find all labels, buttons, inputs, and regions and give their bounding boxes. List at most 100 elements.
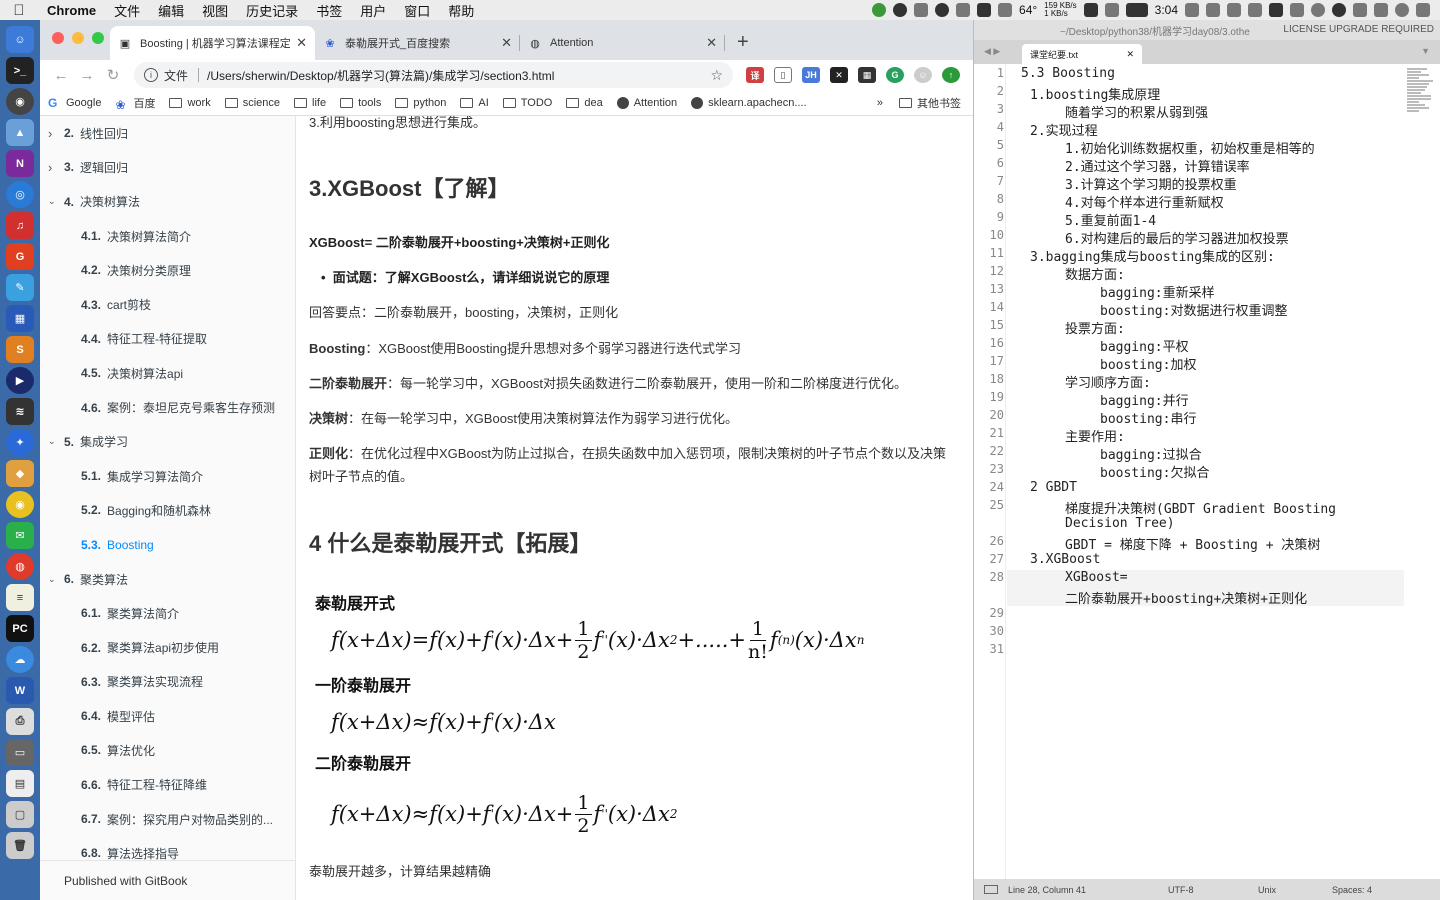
encoding-selector[interactable]: UTF-8 (1168, 885, 1258, 895)
finder-icon[interactable]: ☺ (6, 26, 34, 53)
toc-item[interactable]: 4.4. 特征工程-特征提取 (40, 322, 295, 356)
apple-menu-icon[interactable]:  (0, 2, 38, 19)
notes-icon[interactable]: ✎ (6, 274, 34, 301)
bookmark-attention[interactable]: Attention (616, 96, 677, 109)
toc-item[interactable]: 5.1. 集成学习算法简介 (40, 459, 295, 493)
document-icon[interactable]: ▤ (6, 770, 34, 797)
wifi-icon[interactable] (1227, 3, 1241, 17)
clock-icon[interactable] (1395, 3, 1409, 17)
gitbook-footer-link[interactable]: Published with GitBook (40, 860, 295, 900)
upload-status-icon[interactable] (872, 3, 887, 17)
toc-item[interactable]: 6.4. 模型评估 (40, 699, 295, 733)
bookmark-star-icon[interactable]: ☆ (710, 67, 723, 84)
toc-item[interactable]: 6.3. 聚类算法实现流程 (40, 665, 295, 699)
pycharm-icon[interactable]: PC (6, 615, 34, 642)
menu-window[interactable]: 窗口 (395, 1, 439, 20)
editor-text-area[interactable]: 1 5.3 Boosting 2 1.boosting集成原理 3 随着学习的积累从弱到强… (974, 64, 1440, 879)
notification-center-icon[interactable] (1416, 3, 1430, 17)
bookmark-dea[interactable]: dea (566, 97, 603, 109)
tab-boosting[interactable]: ▣ Boosting | 机器学习算法课程定 ✕ (110, 26, 315, 60)
volume-icon[interactable] (1248, 3, 1262, 17)
record-icon[interactable] (893, 3, 908, 17)
extension-x-icon[interactable]: ✕ (830, 67, 848, 83)
address-bar[interactable]: i 文件 /Users/sherwin/Desktop/机器学习(算法篇)/集成… (134, 62, 733, 88)
toc-item[interactable]: 5.2. Bagging和随机森林 (40, 493, 295, 527)
bookmarks-overflow-button[interactable]: » (877, 97, 883, 109)
baidu-netdisk-icon[interactable]: ☁ (6, 646, 34, 673)
chevron-right-icon[interactable]: › (48, 160, 64, 175)
grid-icon[interactable] (977, 3, 992, 17)
close-tab-icon[interactable]: ✕ (296, 35, 307, 51)
safari-icon[interactable]: ✦ (6, 429, 34, 456)
browser-icon[interactable]: ◎ (6, 181, 34, 208)
other-bookmarks[interactable]: 其他书签 (899, 95, 961, 111)
bluetooth-icon[interactable] (1206, 3, 1220, 17)
bookmark-ai[interactable]: AI (460, 97, 489, 109)
back-arrow-icon[interactable]: ← (48, 67, 74, 84)
new-tab-button[interactable]: + (725, 31, 761, 60)
toc-item[interactable]: 4.5. 决策树算法api (40, 356, 295, 390)
bookmark-science[interactable]: science (224, 97, 280, 109)
g-app-icon[interactable]: G (6, 243, 34, 270)
chevron-down-icon[interactable]: ⌄ (48, 436, 64, 447)
toc-item[interactable]: ⌄ 4. 决策树算法 (40, 185, 295, 219)
tab-dropdown-icon[interactable]: ▼ (1421, 46, 1430, 56)
wechat-icon[interactable]: ✉ (6, 522, 34, 549)
profile-avatar[interactable]: ☺ (914, 67, 932, 83)
screen-icon[interactable]: ▭ (6, 739, 34, 766)
recorder-icon[interactable]: ◍ (6, 553, 34, 580)
cloud-icon[interactable] (914, 3, 929, 17)
menu-bookmarks[interactable]: 书签 (307, 1, 351, 20)
bookmark-status-icon[interactable] (1104, 3, 1119, 17)
menu-history[interactable]: 历史记录 (237, 1, 307, 20)
url-text[interactable]: /Users/sherwin/Desktop/机器学习(算法篇)/集成学习/se… (207, 67, 710, 84)
forward-arrow-icon[interactable]: → (74, 67, 100, 84)
tab-taylor-search[interactable]: ❀ 泰勒展开式_百度搜索 ✕ (315, 26, 520, 60)
printer-icon[interactable]: ⎙ (6, 708, 34, 735)
toc-item[interactable]: ⌄ 6. 聚类算法 (40, 562, 295, 596)
cpu-graph-icon[interactable] (1125, 3, 1148, 17)
toc-item[interactable]: 4.3. cart剪枝 (40, 287, 295, 321)
bookmark-tools[interactable]: tools (340, 97, 381, 109)
sublime-icon[interactable]: S (6, 336, 34, 363)
toc-item[interactable]: 4.1. 决策树算法简介 (40, 219, 295, 253)
bookmark-baidu[interactable]: ❀ 百度 (115, 95, 155, 112)
siri-icon[interactable] (1332, 3, 1346, 17)
clock-readout[interactable]: 3:04 (1155, 3, 1178, 17)
tab-attention[interactable]: ◍ Attention ✕ (520, 26, 725, 60)
extension-bookmark-icon[interactable]: ▯ (774, 67, 792, 83)
battery-monitor-icon[interactable] (1083, 3, 1098, 17)
onenote-icon[interactable]: N (6, 150, 34, 177)
panel-toggle-icon[interactable] (984, 885, 998, 894)
tab-nav-arrows-icon[interactable]: ◀ ▶ (984, 46, 1000, 57)
bookmark-todo[interactable]: TODO (502, 97, 552, 109)
preview-icon[interactable]: ▲ (6, 119, 34, 146)
app-icon[interactable] (1269, 3, 1283, 17)
toc-item[interactable]: 6.5. 算法优化 (40, 733, 295, 767)
close-tab-icon[interactable]: ✕ (501, 35, 512, 51)
info-icon[interactable]: i (144, 68, 158, 82)
search-icon[interactable] (1311, 3, 1325, 17)
extension-grammarly-icon[interactable]: G (886, 67, 904, 83)
user-icon[interactable] (1374, 3, 1388, 17)
reload-icon[interactable]: ↻ (100, 66, 126, 84)
terminal-icon[interactable]: >_ (6, 57, 34, 84)
chevron-right-icon[interactable]: › (48, 126, 64, 141)
display-icon[interactable] (1185, 3, 1199, 17)
menu-view[interactable]: 视图 (193, 1, 237, 20)
menu-file[interactable]: 文件 (105, 1, 149, 20)
editor-tab-notes[interactable]: 课堂纪要.txt ✕ (1022, 44, 1142, 64)
extension-translate-icon[interactable]: 译 (746, 67, 764, 83)
extension-jh-icon[interactable]: JH (802, 67, 820, 83)
weather-icon[interactable] (998, 3, 1013, 17)
menu-people[interactable]: 用户 (351, 1, 395, 20)
close-tab-icon[interactable]: ✕ (706, 35, 717, 51)
zoom-window-button[interactable] (92, 32, 104, 44)
menu-app-name[interactable]: Chrome (38, 3, 105, 18)
menu-edit[interactable]: 编辑 (149, 1, 193, 20)
chevron-down-icon[interactable]: ⌄ (48, 196, 64, 207)
indentation-selector[interactable]: Spaces: 4 (1332, 885, 1372, 895)
code-icon[interactable] (1353, 3, 1367, 17)
menu-help[interactable]: 帮助 (439, 1, 483, 20)
activity-monitor-icon[interactable]: ≋ (6, 398, 34, 425)
